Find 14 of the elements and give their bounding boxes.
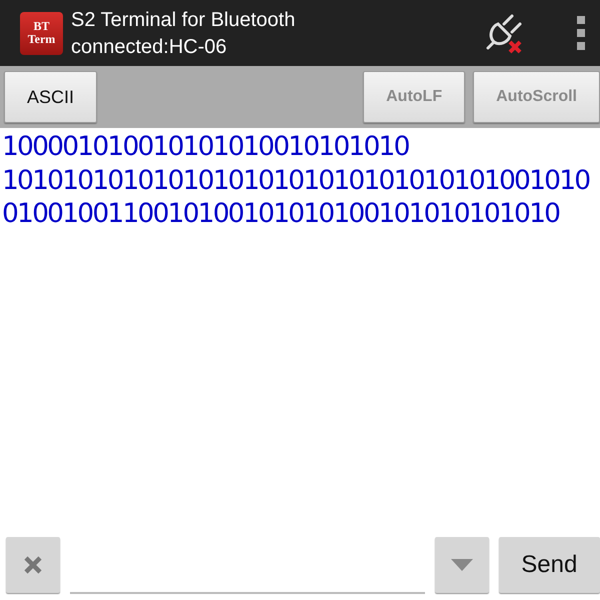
terminal-line: 100001010010101010010101010 [2,130,409,164]
connection-status: connected:HC-06 [71,35,228,60]
close-icon [22,555,43,575]
app-title: S2 Terminal for Bluetooth [71,8,296,33]
overflow-menu-icon[interactable] [576,16,586,50]
terminal-line: 0100100110010100101010100101010101010 [2,197,560,230]
send-button[interactable]: Send [498,537,600,593]
clear-button[interactable] [6,537,60,593]
caret-icon [450,559,473,571]
disconnect-plug-icon[interactable] [484,12,524,54]
app-logo: BT Term [20,12,63,54]
history-dropdown-button[interactable] [434,537,489,593]
terminal-line: 101010101010101010101010101010101001010 [2,164,590,197]
toggle-button[interactable]: ASCII [4,71,98,123]
